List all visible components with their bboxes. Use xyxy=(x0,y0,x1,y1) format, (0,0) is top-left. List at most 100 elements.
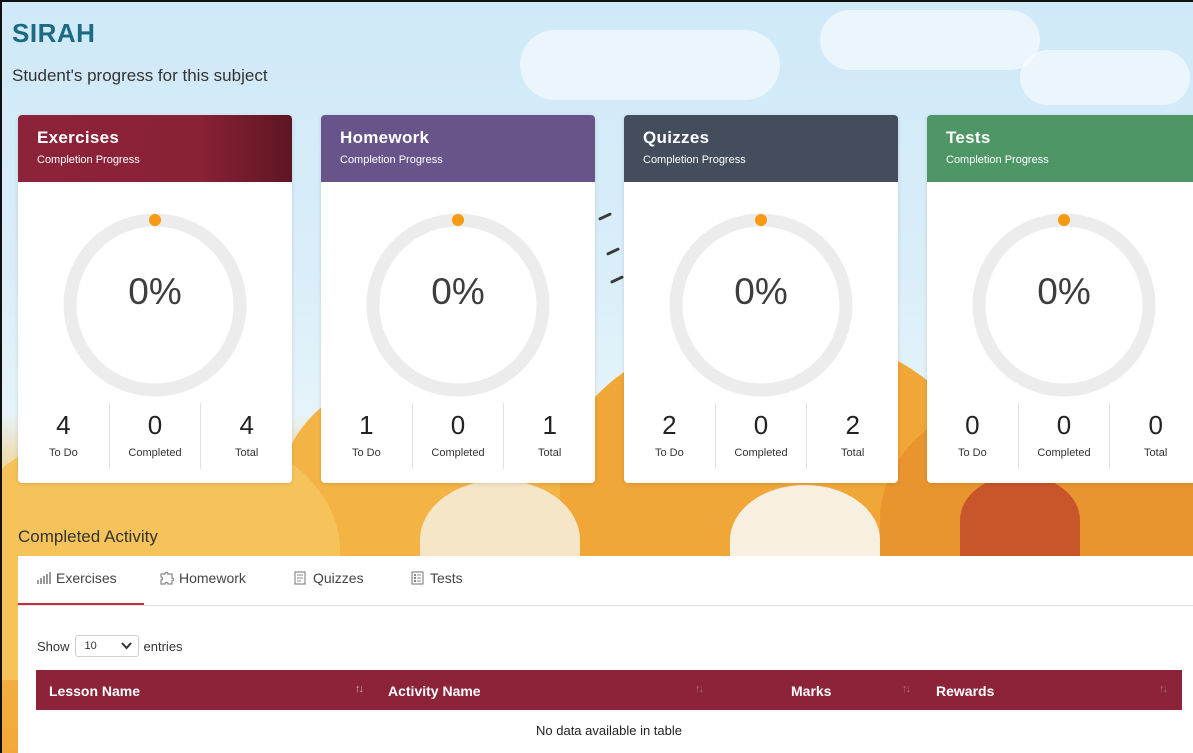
quizzes-progress-card: Quizzes Completion Progress 0% 2 To Do 0 C… xyxy=(624,115,898,483)
completed-count: 0 xyxy=(1056,410,1072,440)
cloud xyxy=(1020,50,1190,105)
card-title: Quizzes xyxy=(643,128,710,147)
card-header: Tests Completion Progress xyxy=(927,115,1193,182)
page-title: SIRAH xyxy=(12,18,96,48)
puzzle-icon xyxy=(160,571,175,585)
todo-count: 4 xyxy=(56,410,71,440)
sort-icon[interactable]: ↑↓ xyxy=(1159,683,1168,695)
completion-percent: 0% xyxy=(128,271,182,312)
quiz-sheet-icon xyxy=(294,571,306,585)
completion-percent: 0% xyxy=(431,271,485,312)
tab-label: Exercises xyxy=(56,570,117,586)
tests-progress-card: Tests Completion Progress 0% 0 To Do 0 Com… xyxy=(927,115,1193,483)
total-count: 1 xyxy=(542,410,557,440)
empty-table-message: No data available in table xyxy=(536,723,682,738)
completed-label: Completed xyxy=(1037,447,1091,459)
exercises-progress-card: Exercises Completion Progress 0% 4 To Do … xyxy=(18,115,292,483)
todo-label: To Do xyxy=(957,447,987,459)
homework-progress-card: Homework Completion Progress 0% 1 To Do 0… xyxy=(321,115,595,483)
completed-label: Completed xyxy=(734,447,788,459)
card-subtitle: Completion Progress xyxy=(340,154,443,166)
progress-dot xyxy=(1058,214,1070,226)
total-label: Total xyxy=(235,447,259,459)
completed-count: 0 xyxy=(450,410,466,440)
tab-label: Tests xyxy=(430,570,463,586)
todo-label: To Do xyxy=(48,447,78,459)
stat-total: 2 Total xyxy=(807,403,898,469)
column-activity-name[interactable]: Activity Name xyxy=(388,683,481,699)
tab-label: Quizzes xyxy=(313,570,364,586)
camel xyxy=(960,475,1080,565)
total-label: Total xyxy=(841,447,865,459)
cloud xyxy=(820,10,1040,70)
total-count: 4 xyxy=(239,410,254,440)
progress-dot xyxy=(149,214,161,226)
stat-todo: 0 To Do xyxy=(927,403,1019,469)
progress-dot xyxy=(452,214,464,226)
todo-count: 2 xyxy=(662,410,677,440)
card-stats: 4 To Do 0 Completed 4 Total xyxy=(18,403,292,469)
stat-completed: 0 Completed xyxy=(716,403,808,469)
stat-total: 4 Total xyxy=(201,403,292,469)
card-subtitle: Completion Progress xyxy=(946,154,1049,166)
column-marks[interactable]: Marks xyxy=(791,683,831,699)
entries-value: 10 xyxy=(84,640,97,652)
card-stats: 0 To Do 0 Completed 0 Total xyxy=(927,403,1193,469)
completion-percent: 0% xyxy=(734,271,788,312)
card-header: Quizzes Completion Progress xyxy=(624,115,898,182)
total-count: 2 xyxy=(845,410,860,440)
completed-activity-panel: Exercises Homework Quizzes Tests Show 10 xyxy=(18,556,1193,753)
completed-label: Completed xyxy=(431,447,485,459)
card-subtitle: Completion Progress xyxy=(37,154,140,166)
stat-total: 0 Total xyxy=(1110,403,1193,469)
tab-homework[interactable]: Homework xyxy=(159,570,246,586)
column-rewards[interactable]: Rewards xyxy=(936,683,994,699)
tab-label: Homework xyxy=(179,570,246,586)
stat-total: 1 Total xyxy=(504,403,595,469)
activity-tabs: Exercises Homework Quizzes Tests xyxy=(18,556,1193,606)
sort-icon[interactable]: ↑↓ xyxy=(695,683,704,695)
stat-completed: 0 Completed xyxy=(110,403,202,469)
completed-label: Completed xyxy=(128,447,182,459)
stat-todo: 4 To Do xyxy=(18,403,110,469)
todo-label: To Do xyxy=(351,447,381,459)
completion-percent: 0% xyxy=(1037,271,1091,312)
bar-chart-icon xyxy=(37,572,51,584)
todo-count: 0 xyxy=(965,410,980,440)
test-sheet-icon xyxy=(411,571,424,585)
page-subtitle: Student's progress for this subject xyxy=(12,66,268,85)
todo-count: 1 xyxy=(359,410,374,440)
active-tab-indicator xyxy=(18,603,144,605)
card-header: Homework Completion Progress xyxy=(321,115,595,182)
entries-select[interactable]: 10 xyxy=(74,635,139,657)
sort-icon[interactable]: ↑↓ xyxy=(902,683,911,695)
sort-icon[interactable]: ↑↓ xyxy=(355,683,364,695)
card-title: Exercises xyxy=(37,128,120,147)
show-label: Show xyxy=(37,638,70,654)
card-stats: 1 To Do 0 Completed 1 Total xyxy=(321,403,595,469)
entries-label: entries xyxy=(143,638,183,654)
completed-count: 0 xyxy=(753,410,769,440)
stat-todo: 2 To Do xyxy=(624,403,716,469)
total-count: 0 xyxy=(1148,410,1163,440)
entries-length-control: Show 10 entries xyxy=(37,635,183,657)
stat-completed: 0 Completed xyxy=(1019,403,1111,469)
cloud xyxy=(520,30,780,100)
chevron-down-icon xyxy=(120,642,132,650)
column-lesson-name[interactable]: Lesson Name xyxy=(49,683,140,699)
total-label: Total xyxy=(1144,447,1168,459)
completed-activity-title: Completed Activity xyxy=(18,527,158,546)
tab-quizzes[interactable]: Quizzes xyxy=(293,570,364,586)
stat-todo: 1 To Do xyxy=(321,403,413,469)
total-label: Total xyxy=(538,447,562,459)
card-subtitle: Completion Progress xyxy=(643,154,746,166)
completed-count: 0 xyxy=(147,410,163,440)
card-title: Homework xyxy=(340,128,430,147)
stat-completed: 0 Completed xyxy=(413,403,505,469)
tab-tests[interactable]: Tests xyxy=(410,570,463,586)
card-title: Tests xyxy=(946,128,991,147)
card-header: Exercises Completion Progress xyxy=(18,115,292,182)
todo-label: To Do xyxy=(654,447,684,459)
card-stats: 2 To Do 0 Completed 2 Total xyxy=(624,403,898,469)
tab-exercises[interactable]: Exercises xyxy=(36,570,117,586)
